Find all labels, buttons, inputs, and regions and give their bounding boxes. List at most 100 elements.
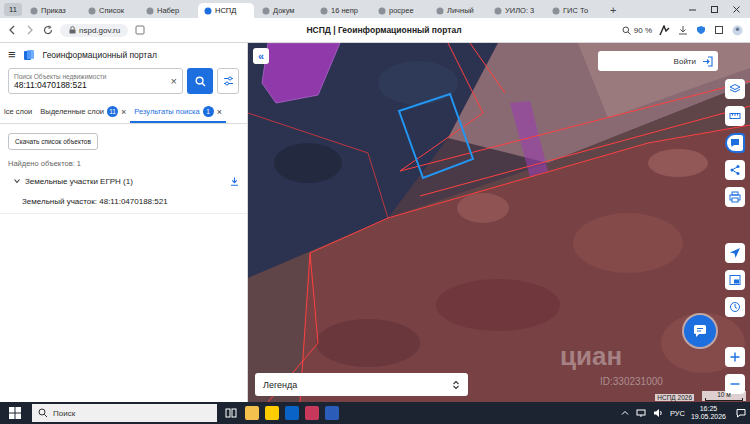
map-tool-button[interactable] (725, 106, 745, 126)
page-title: НСПД | Геоинформационный портал (152, 25, 616, 35)
result-group[interactable]: Земельные участки ЕГРН (1) (0, 168, 247, 190)
word-icon[interactable] (325, 406, 339, 420)
cube-icon[interactable] (713, 24, 725, 36)
found-count: Найдено объектов: 1 (8, 159, 239, 168)
panel-tab[interactable]: Выделенные слои11× (36, 103, 130, 123)
tab-label: Приказ (41, 6, 66, 15)
file-explorer-icon[interactable] (245, 406, 259, 420)
tray-expand-icon[interactable] (620, 408, 630, 418)
bookmark-icon[interactable] (134, 24, 146, 36)
map-attribution: НСПД 202610 м (655, 391, 746, 401)
tab-label: ГИС То (563, 6, 588, 15)
map-tool-button[interactable] (725, 297, 745, 317)
tab-label: Выделенные слои (40, 107, 104, 116)
address-bar[interactable]: nspd.gov.ru (60, 24, 128, 37)
favicon-icon (378, 7, 386, 15)
map-tool-button[interactable] (725, 79, 745, 99)
map-view[interactable]: цианID:330231000«ВойтиЛегендаНСПД 202610… (248, 43, 750, 402)
browser-tab[interactable]: Набер (140, 3, 196, 18)
search-field[interactable]: Поиск Объекты недвижимости48:11:0470188:… (8, 68, 183, 94)
tab-group-button[interactable]: 11 (4, 3, 22, 16)
favicon-icon (262, 7, 270, 15)
new-tab-button[interactable]: + (604, 4, 622, 16)
back-icon[interactable] (6, 24, 18, 36)
search-label: Поиск Объекты недвижимости (14, 73, 168, 80)
result-item[interactable]: Земельный участок: 48:11:0470188:521 (0, 190, 247, 214)
network-icon[interactable] (636, 408, 647, 419)
minimize-icon[interactable] (686, 3, 698, 15)
speaker-icon[interactable] (653, 408, 664, 419)
map-tool-button[interactable] (725, 133, 745, 153)
outlook-icon[interactable] (285, 406, 299, 420)
close-tab-button[interactable]: × (121, 107, 126, 117)
favicon-icon (320, 7, 328, 15)
browser-tab[interactable]: НСПД (198, 3, 254, 18)
forward-icon[interactable] (24, 24, 36, 36)
scale-label: 10 м (717, 391, 731, 398)
search-input[interactable]: 48:11:0470188:521 (14, 80, 168, 90)
panel-tabs: ice слоиВыделенные слои11×Результаты пои… (0, 103, 247, 124)
identify-icon (729, 137, 741, 149)
screen: 11 Приказ Список НаберНСПД Докум 16 непр росре… (0, 0, 750, 424)
map-tool-button[interactable] (725, 243, 745, 263)
chevron-icon[interactable] (12, 177, 21, 186)
close-window-icon[interactable] (730, 3, 742, 15)
search-row: Поиск Объекты недвижимости48:11:0470188:… (0, 65, 247, 94)
search-button[interactable] (187, 68, 213, 94)
tab-label: 16 непр (331, 6, 358, 15)
panel-tab[interactable]: ice слои (0, 103, 36, 123)
map-tool-button[interactable] (725, 270, 745, 290)
language-indicator[interactable]: РУС (670, 409, 685, 418)
browser-tab[interactable]: ГИС То (546, 3, 602, 18)
calendar-app-icon[interactable] (305, 406, 319, 420)
clear-button[interactable]: × (168, 75, 177, 87)
menu-button[interactable]: ≡ (8, 48, 16, 61)
close-tab-button[interactable]: × (217, 107, 222, 117)
reload-icon[interactable] (42, 24, 54, 36)
windows-start-icon[interactable] (4, 403, 26, 423)
browser-tab[interactable]: Список (82, 3, 138, 18)
search-icon (194, 75, 206, 87)
browser-tab[interactable]: Докум (256, 3, 312, 18)
filter-button[interactable] (217, 68, 239, 94)
tab-label: Докум (273, 6, 295, 15)
map-tool-button[interactable] (725, 187, 745, 207)
map-toolbar (725, 79, 745, 394)
browser-tab[interactable]: Приказ (24, 3, 80, 18)
taskbar-search[interactable]: Поиск (32, 404, 217, 422)
favicon-icon (552, 7, 560, 15)
favicon-icon (494, 7, 502, 15)
download-icon[interactable] (677, 24, 689, 36)
browser-tab[interactable]: росрее (372, 3, 428, 18)
notification-icon[interactable] (732, 404, 750, 422)
satellite-imagery (248, 43, 750, 402)
shield-icon[interactable] (695, 24, 707, 36)
minimap-icon (729, 274, 741, 286)
browser-tab[interactable]: УИЛО: 3 (488, 3, 544, 18)
extension-icon[interactable] (658, 24, 671, 37)
zoom-indicator[interactable]: 90 % (622, 25, 652, 35)
browser-tab[interactable]: Личный (430, 3, 486, 18)
count-badge: 11 (107, 106, 118, 117)
browser-tab-strip: 11 Приказ Список НаберНСПД Докум 16 непр росре… (0, 0, 750, 18)
yandex-browser-icon[interactable] (265, 406, 279, 420)
maximize-icon[interactable] (708, 3, 720, 15)
download-icon[interactable] (229, 176, 239, 186)
login-button[interactable]: Войти (598, 51, 718, 71)
map-tool-button[interactable] (725, 347, 745, 367)
map-tool-button[interactable] (725, 160, 745, 180)
profile-icon[interactable] (731, 24, 744, 37)
tab-label: Список (99, 6, 124, 15)
login-icon (701, 55, 713, 67)
task-view-icon[interactable] (223, 405, 239, 421)
portal-logo-icon (23, 48, 36, 61)
browser-tab[interactable]: 16 непр (314, 3, 370, 18)
chat-button[interactable] (684, 315, 716, 347)
panel-header: ≡Геоинформационный портал (0, 43, 247, 65)
legend-dropdown[interactable]: Легенда (255, 373, 468, 396)
clock[interactable]: 16:2519.05.2026 (691, 405, 726, 421)
collapse-panel-button[interactable]: « (253, 48, 269, 64)
tab-label: Результаты поиска (134, 107, 199, 116)
panel-tab[interactable]: Результаты поиска1× (130, 103, 226, 123)
download-list-button[interactable]: Скачать список объектов (8, 133, 98, 150)
